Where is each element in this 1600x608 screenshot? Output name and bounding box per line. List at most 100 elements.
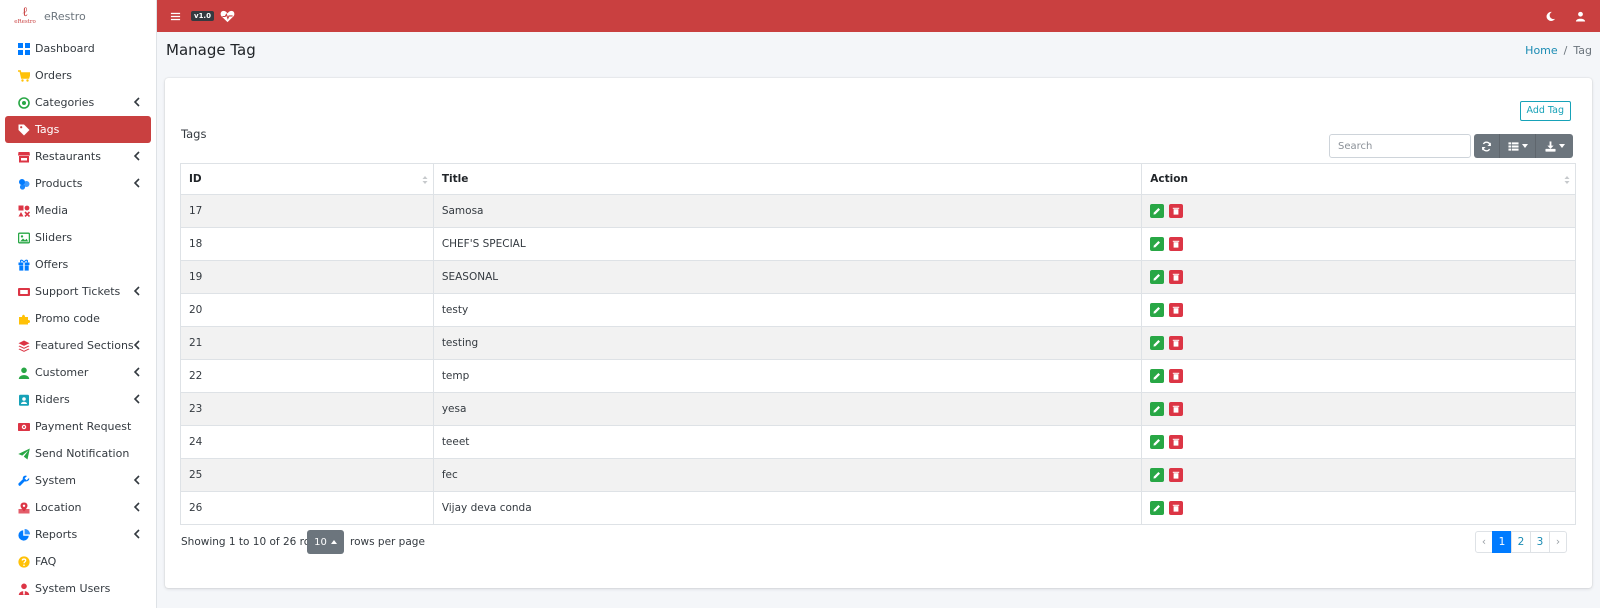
cell-title: testy (432, 293, 1143, 327)
edit-button[interactable] (1150, 468, 1165, 482)
delete-button[interactable] (1169, 303, 1184, 317)
cell-id: 18 (180, 227, 434, 261)
sidebar-item-riders[interactable]: Riders (5, 386, 151, 413)
pagination-page-2[interactable]: 2 (1511, 531, 1531, 553)
sidebar-item-tags[interactable]: Tags (5, 116, 151, 143)
pagination-page-1[interactable]: 1 (1492, 531, 1512, 553)
sidebar-item-label: System (35, 474, 77, 487)
column-header-id[interactable]: ID (180, 163, 434, 195)
delete-button[interactable] (1169, 336, 1184, 350)
delete-button[interactable] (1169, 237, 1184, 251)
rows-per-page-value: 10 (314, 536, 327, 548)
delete-button[interactable] (1169, 402, 1184, 416)
columns-list-icon (1507, 141, 1519, 152)
sidebar-item-restaurants[interactable]: Restaurants (5, 143, 151, 170)
sidebar-item-faq[interactable]: FAQ (5, 548, 151, 575)
refresh-button[interactable] (1474, 134, 1500, 158)
breadcrumb-home-link[interactable]: Home (1525, 44, 1557, 57)
sidebar-item-featured-sections[interactable]: Featured Sections (5, 332, 151, 359)
edit-button[interactable] (1150, 303, 1165, 317)
search-input[interactable] (1329, 134, 1471, 158)
cell-actions (1141, 194, 1576, 228)
cell-id: 21 (180, 326, 434, 360)
table-row: 18 CHEF'S SPECIAL (180, 227, 1576, 261)
sidebar-item-label: Promo code (35, 312, 100, 325)
edit-button[interactable] (1150, 435, 1165, 449)
edit-button[interactable] (1150, 204, 1165, 218)
user-account-icon[interactable] (1570, 6, 1590, 26)
pagination-prev-button[interactable]: ‹ (1475, 531, 1493, 553)
sidebar-item-sliders[interactable]: Sliders (5, 224, 151, 251)
columns-toggle-button[interactable] (1500, 134, 1536, 158)
edit-button[interactable] (1150, 336, 1165, 350)
chevron-left-icon (133, 529, 140, 539)
cell-actions (1141, 227, 1576, 261)
menu-toggle-icon[interactable] (165, 6, 185, 26)
delete-button[interactable] (1169, 270, 1184, 284)
sidebar-item-orders[interactable]: Orders (5, 62, 151, 89)
heartbeat-icon[interactable] (218, 6, 238, 26)
cell-actions (1141, 491, 1576, 525)
sidebar-item-system[interactable]: System (5, 467, 151, 494)
sidebar-item-reports[interactable]: Reports (5, 521, 151, 548)
edit-button[interactable] (1150, 501, 1165, 515)
trash-icon (1173, 207, 1180, 215)
trash-icon (1173, 339, 1180, 347)
sidebar-item-support-tickets[interactable]: Support Tickets (5, 278, 151, 305)
trash-icon (1173, 306, 1180, 314)
pencil-icon (1153, 340, 1161, 347)
add-tag-button[interactable]: Add Tag (1519, 101, 1571, 121)
delete-button[interactable] (1169, 204, 1184, 218)
delete-button[interactable] (1169, 468, 1184, 482)
pagination-next-button[interactable]: › (1549, 531, 1567, 553)
table-row: 20 testy (180, 293, 1576, 327)
sidebar-item-label: Orders (35, 69, 72, 82)
sidebar-item-send-notification[interactable]: Send Notification (5, 440, 151, 467)
sidebar-item-dashboard[interactable]: Dashboard (5, 35, 151, 62)
gift-icon (17, 258, 30, 271)
sidebar-item-payment-request[interactable]: Payment Request (5, 413, 151, 440)
sidebar-item-offers[interactable]: Offers (5, 251, 151, 278)
export-button[interactable] (1536, 134, 1573, 158)
sidebar-item-label: System Users (35, 582, 111, 595)
delete-button[interactable] (1169, 435, 1184, 449)
column-header-action[interactable]: Action (1141, 163, 1576, 195)
delete-button[interactable] (1169, 369, 1184, 383)
brand[interactable]: ℓ eRestro eRestro (0, 0, 156, 32)
user-icon (17, 366, 30, 379)
edit-button[interactable] (1150, 270, 1165, 284)
sidebar-item-label: Reports (35, 528, 78, 541)
breadcrumb: Home / Tag (1525, 44, 1592, 57)
delete-button[interactable] (1169, 501, 1184, 515)
sidebar-item-promo-code[interactable]: Promo code (5, 305, 151, 332)
pencil-icon (1153, 406, 1161, 413)
cell-actions (1141, 293, 1576, 327)
cell-title: SEASONAL (432, 260, 1143, 294)
edit-button[interactable] (1150, 237, 1165, 251)
sidebar-item-label: Categories (35, 96, 95, 109)
sidebar-item-media[interactable]: Media (5, 197, 151, 224)
dark-mode-moon-icon[interactable] (1540, 6, 1560, 26)
sidebar-item-customer[interactable]: Customer (5, 359, 151, 386)
cell-id: 20 (180, 293, 434, 327)
rows-per-page-select[interactable]: 10 (307, 530, 344, 554)
table-row: 22 temp (180, 359, 1576, 393)
products-icon (17, 177, 30, 190)
chevron-left-icon (133, 502, 140, 512)
pagination-page-3[interactable]: 3 (1530, 531, 1550, 553)
table-row: 21 testing (180, 326, 1576, 360)
sidebar-item-system-users[interactable]: System Users (5, 575, 151, 602)
sort-icon (422, 176, 428, 184)
pencil-icon (1153, 208, 1161, 215)
sidebar-item-label: Send Notification (35, 447, 130, 460)
chevron-left-icon (133, 151, 140, 161)
sidebar-item-label: Location (35, 501, 82, 514)
sidebar-item-products[interactable]: Products (5, 170, 151, 197)
edit-button[interactable] (1150, 369, 1165, 383)
sidebar-item-categories[interactable]: Categories (5, 89, 151, 116)
edit-button[interactable] (1150, 402, 1165, 416)
chevron-left-icon (133, 97, 140, 107)
sidebar-item-location[interactable]: Location (5, 494, 151, 521)
pencil-icon (1153, 241, 1161, 248)
cell-id: 24 (180, 425, 434, 459)
